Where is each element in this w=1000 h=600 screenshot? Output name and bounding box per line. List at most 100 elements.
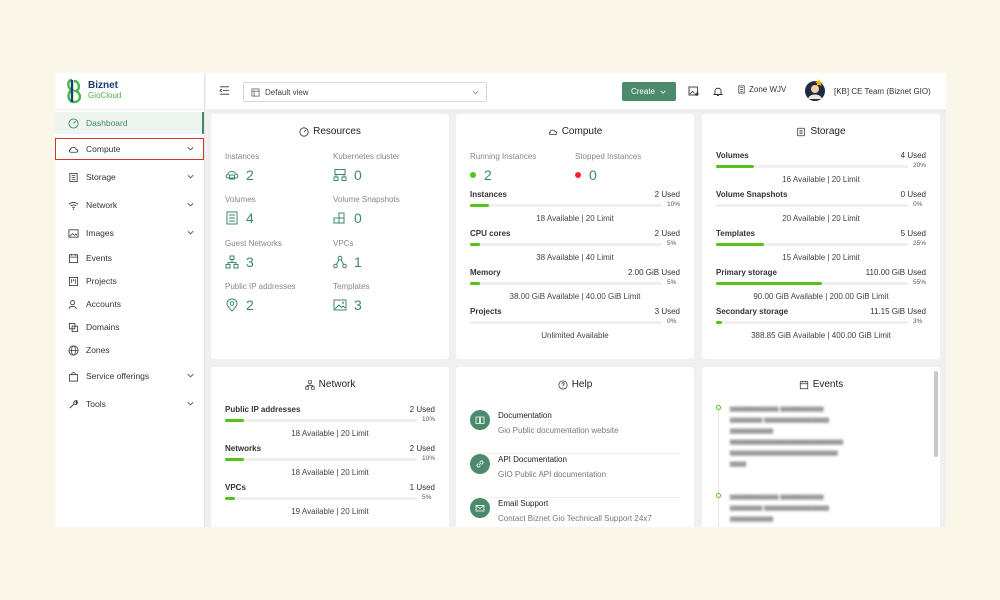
stat-volumes[interactable]: Volumes 4 <box>225 195 256 226</box>
usage-name: Primary storage <box>716 268 777 277</box>
sidebar-item-dashboard[interactable]: Dashboard <box>55 112 204 134</box>
bell-icon[interactable] <box>712 85 724 97</box>
stat-guest-networks[interactable]: Guest Networks 3 <box>225 239 282 270</box>
card-title-text: Help <box>571 379 593 390</box>
stat-value: 3 <box>246 254 254 270</box>
timeline-line <box>718 409 719 527</box>
usage-used: 110.00 GiB Used <box>865 268 926 277</box>
stat-public-ip-addresses[interactable]: Public IP addresses 2 <box>225 282 296 313</box>
stat-label: Kubernetes cluster <box>333 152 400 161</box>
usage-progress-bar: 20% <box>716 162 926 169</box>
sidebar-item-label: Domains <box>86 322 120 332</box>
usage-progress-bar: 5% <box>470 279 676 286</box>
sidebar-item-storage[interactable]: Storage <box>55 166 204 188</box>
sidebar-item-accounts[interactable]: Accounts <box>55 293 204 315</box>
sidebar-item-network[interactable]: Network <box>55 194 204 216</box>
logo[interactable]: Biznet GioCloud <box>55 73 204 110</box>
usage-percent: 5% <box>667 240 677 247</box>
card-title-text: Compute <box>561 126 603 137</box>
usage-projects: Projects 3 Used 0% Unlimited Available <box>470 307 680 340</box>
create-button[interactable]: Create <box>622 82 676 101</box>
sidebar-item-zones[interactable]: Zones <box>55 339 204 361</box>
sidebar-item-service-offerings[interactable]: Service offerings <box>55 365 204 387</box>
usage-available: 19 Available | 20 Limit <box>291 507 369 516</box>
project-icon <box>68 276 79 286</box>
stat-label: Public IP addresses <box>225 282 296 291</box>
help-item-api-documentation[interactable]: API Documentation GIO Public API documen… <box>470 454 680 498</box>
usage-progress-bar: 5% <box>225 494 431 501</box>
chevron-down-icon <box>472 90 479 95</box>
stat-value: 1 <box>354 254 362 270</box>
vpc-icon <box>333 255 347 269</box>
sidebar-item-domains[interactable]: Domains <box>55 316 204 338</box>
usage-percent: 10% <box>422 416 436 423</box>
usage-used: 5 Used <box>900 229 926 238</box>
usage-percent: 10% <box>422 455 436 462</box>
card-title-text: Resources <box>313 126 361 137</box>
sidebar-item-images[interactable]: Images <box>55 222 204 244</box>
usage-progress-fill <box>470 243 480 246</box>
stat-volume-snapshots[interactable]: Volume Snapshots 0 <box>333 195 400 226</box>
view-select[interactable]: Default view <box>243 82 487 102</box>
events-scrollbar[interactable] <box>934 371 938 457</box>
usage-memory: Memory 2.00 GiB Used 5% 38.00 GiB Available… <box>470 268 680 301</box>
stopped-status-dot <box>575 172 581 178</box>
sidebar-item-projects[interactable]: Projects <box>55 270 204 292</box>
sidebar-item-events[interactable]: Events <box>55 247 204 269</box>
card-title: Resources <box>211 126 449 137</box>
stat-templates[interactable]: Templates 3 <box>333 282 369 313</box>
card-title: Events <box>702 379 940 390</box>
usage-progress-bar: 25% <box>716 240 926 247</box>
help-item-documentation[interactable]: Documentation Gio Public documentation w… <box>470 410 680 454</box>
chevron-down-icon <box>187 174 194 179</box>
help-item-desc: Contact Biznet Gio Technicall Support 24… <box>498 514 652 523</box>
compute-card: Compute Running Instances 2 Stopped Inst… <box>456 114 694 359</box>
help-item-email-support[interactable]: Email Support Contact Biznet Gio Technic… <box>470 498 680 527</box>
stat-running-instances[interactable]: Running Instances 2 <box>470 152 536 183</box>
event-item[interactable]: ▅▅▅▅▅▅▅▅▅ ▅▅▅▅▅▅▅▅ ▅▅▅▅▅▅ ▅▅▅▅▅▅▅▅▅▅▅▅ ▅▅▅… <box>716 403 926 469</box>
shopping-icon <box>68 371 79 381</box>
sidebar-item-tools[interactable]: Tools <box>55 393 204 415</box>
usage-name: Templates <box>716 229 755 238</box>
avatar[interactable] <box>803 78 827 102</box>
usage-percent: 55% <box>913 279 927 286</box>
usage-available: 16 Available | 20 Limit <box>782 175 860 184</box>
events-card: Events ▅▅▅▅▅▅▅▅▅ ▅▅▅▅▅▅▅▅ ▅▅▅▅▅▅ ▅▅▅▅▅▅▅▅… <box>702 367 940 527</box>
timeline-dot <box>716 493 721 498</box>
stat-kubernetes-cluster[interactable]: Kubernetes cluster 0 <box>333 152 400 183</box>
domain-icon <box>68 322 79 332</box>
chevron-down-icon <box>187 146 194 151</box>
stat-label: Stopped Instances <box>575 152 642 161</box>
stat-stopped-instances[interactable]: Stopped Instances 0 <box>575 152 641 183</box>
stat-vpcs[interactable]: VPCs 1 <box>333 239 362 270</box>
usage-percent: 20% <box>913 162 927 169</box>
view-select-value: Default view <box>265 87 309 97</box>
usage-name: VPCs <box>225 483 246 492</box>
help-item-title: Email Support <box>498 499 549 508</box>
image-plus-icon[interactable] <box>688 85 700 97</box>
sidebar-item-label: Events <box>86 253 112 263</box>
book-icon <box>470 410 490 430</box>
usage-volumes: Volumes 4 Used 20% 16 Available | 20 Limit <box>716 151 926 184</box>
stat-value: 2 <box>246 297 254 313</box>
image-icon <box>68 228 79 238</box>
cloud-icon <box>68 146 78 153</box>
tool-icon <box>69 399 78 408</box>
snapshot-icon <box>333 212 345 224</box>
zone-selector[interactable]: Zone WJV <box>737 85 786 94</box>
usage-progress-bar: 55% <box>716 279 926 286</box>
calendar-icon <box>68 253 79 263</box>
user-team-label[interactable]: [KB] CE Team (Biznet GIO) <box>834 87 931 96</box>
stat-label: Guest Networks <box>225 239 282 248</box>
menu-fold-icon[interactable] <box>219 85 230 96</box>
stat-label: VPCs <box>333 239 354 248</box>
storage-icon <box>226 211 238 225</box>
help-item-desc: GIO Public API documentation <box>498 470 607 479</box>
usage-volume-snapshots: Volume Snapshots 0 Used 0% 20 Available | 2… <box>716 190 926 223</box>
card-title-text: Network <box>318 379 356 390</box>
event-item[interactable]: ▅▅▅▅▅▅▅▅▅ ▅▅▅▅▅▅▅▅ ▅▅▅▅▅▅ ▅▅▅▅▅▅▅▅▅▅▅▅ ▅▅▅… <box>716 491 926 524</box>
usage-name: Instances <box>470 190 507 199</box>
stat-instances[interactable]: Instances 2 <box>225 152 259 183</box>
help-item-title: API Documentation <box>498 455 567 464</box>
sidebar-item-compute[interactable]: Compute <box>55 138 204 160</box>
